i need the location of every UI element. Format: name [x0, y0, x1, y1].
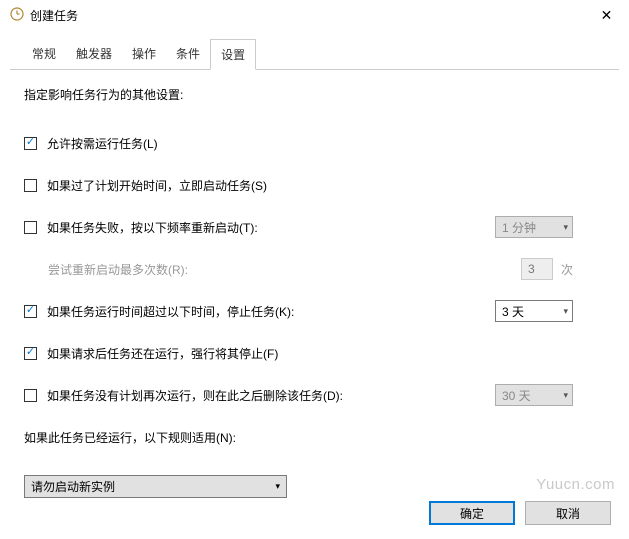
combo-delete-after: 30 天 ▾ — [495, 384, 573, 406]
tab-general[interactable]: 常规 — [22, 39, 66, 70]
chevron-down-icon: ▾ — [275, 481, 280, 492]
label-force-stop: 如果请求后任务还在运行，强行将其停止(F) — [47, 345, 278, 362]
content-panel: 指定影响任务行为的其他设置: 允许按需运行任务(L) 如果过了计划开始时间，立即… — [0, 70, 629, 508]
chevron-down-icon: ▾ — [563, 306, 568, 317]
combo-delete-after-value: 30 天 — [502, 387, 531, 404]
close-icon: ✕ — [601, 7, 613, 24]
checkbox-stop-if-long[interactable] — [24, 305, 37, 318]
checkbox-force-stop[interactable] — [24, 347, 37, 360]
tab-actions[interactable]: 操作 — [122, 39, 166, 70]
label-retry-count: 尝试重新启动最多次数(R): — [48, 261, 188, 278]
chevron-down-icon: ▾ — [563, 222, 568, 233]
checkbox-run-asap[interactable] — [24, 179, 37, 192]
settings-description: 指定影响任务行为的其他设置: — [24, 86, 605, 103]
label-allow-on-demand: 允许按需运行任务(L) — [47, 135, 158, 152]
checkbox-allow-on-demand[interactable] — [24, 137, 37, 150]
titlebar: 创建任务 ✕ — [0, 0, 629, 30]
tab-settings[interactable]: 设置 — [210, 39, 256, 70]
clock-icon — [10, 7, 24, 24]
label-retry-suffix: 次 — [561, 261, 573, 278]
label-restart-on-fail: 如果任务失败，按以下频率重新启动(T): — [47, 219, 258, 236]
checkbox-delete-if-not-scheduled[interactable] — [24, 389, 37, 402]
combo-stop-duration-value: 3 天 — [502, 303, 524, 320]
close-button[interactable]: ✕ — [584, 0, 629, 30]
combo-running-rule-value: 请勿启动新实例 — [31, 478, 115, 495]
combo-restart-interval: 1 分钟 ▾ — [495, 216, 573, 238]
combo-stop-duration[interactable]: 3 天 ▾ — [495, 300, 573, 322]
label-run-asap: 如果过了计划开始时间，立即启动任务(S) — [47, 177, 267, 194]
cancel-button[interactable]: 取消 — [525, 501, 611, 525]
combo-restart-interval-value: 1 分钟 — [502, 219, 536, 236]
tab-bar: 常规 触发器 操作 条件 设置 — [10, 30, 619, 70]
tab-conditions[interactable]: 条件 — [166, 39, 210, 70]
footer-buttons: 确定 取消 — [429, 501, 611, 525]
chevron-down-icon: ▾ — [563, 390, 568, 401]
tab-triggers[interactable]: 触发器 — [66, 39, 122, 70]
checkbox-restart-on-fail[interactable] — [24, 221, 37, 234]
input-retry-count: 3 — [521, 258, 553, 280]
ok-button[interactable]: 确定 — [429, 501, 515, 525]
label-stop-if-long: 如果任务运行时间超过以下时间，停止任务(K): — [47, 303, 294, 320]
window-title: 创建任务 — [30, 7, 78, 24]
watermark-text: Yuucn.com — [536, 476, 615, 493]
combo-running-rule[interactable]: 请勿启动新实例 ▾ — [24, 475, 287, 498]
label-delete-if-not-scheduled: 如果任务没有计划再次运行，则在此之后删除该任务(D): — [47, 387, 343, 404]
label-if-running: 如果此任务已经运行，以下规则适用(N): — [24, 429, 236, 446]
